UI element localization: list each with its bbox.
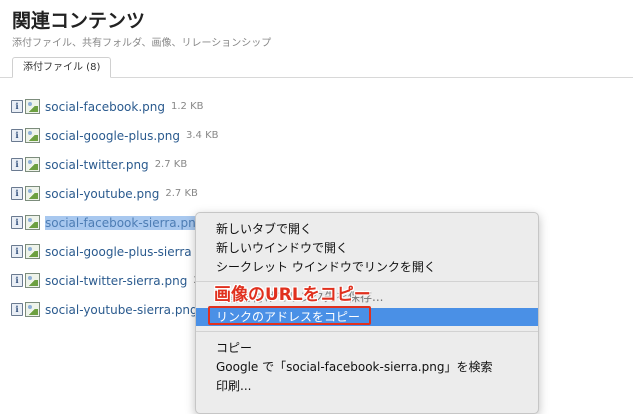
list-item: i social-google-plus-sierra: [11, 237, 218, 266]
list-item: i social-google-plus.png 3.4 KB: [11, 121, 218, 150]
image-file-icon: [25, 128, 40, 143]
image-file-icon: [25, 157, 40, 172]
menu-item-copy[interactable]: コピー: [196, 339, 538, 357]
info-icon[interactable]: i: [11, 129, 23, 142]
image-file-icon: [25, 99, 40, 114]
file-link[interactable]: social-twitter-sierra.png: [45, 274, 187, 288]
list-item: i social-youtube-sierra.png: [11, 295, 218, 324]
image-file-icon: [25, 244, 40, 259]
file-size: 3.4 KB: [185, 130, 219, 141]
menu-item-print[interactable]: 印刷...: [196, 377, 538, 395]
image-file-icon: [25, 215, 40, 230]
file-size: 2.7 KB: [165, 188, 198, 199]
file-link[interactable]: social-twitter.png: [45, 158, 149, 172]
image-file-icon: [25, 273, 40, 288]
list-item: i social-facebook.png 1.2 KB: [11, 92, 218, 121]
info-icon[interactable]: i: [11, 274, 23, 287]
file-link[interactable]: social-google-plus.png: [45, 129, 180, 143]
image-file-icon: [25, 186, 40, 201]
file-size: 2.7 KB: [154, 159, 188, 170]
info-icon[interactable]: i: [11, 187, 23, 200]
list-item: i social-twitter-sierra.png 2: [11, 266, 218, 295]
page-title: 関連コンテンツ: [12, 10, 146, 32]
page-subtitle: 添付ファイル、共有フォルダ、画像、リレーションシップ: [12, 38, 272, 49]
menu-item-open-new-tab[interactable]: 新しいタブで開く: [196, 220, 538, 238]
file-link[interactable]: social-google-plus-sierra: [45, 245, 192, 259]
attachment-list: i social-facebook.png 1.2 KB i social-go…: [11, 92, 218, 324]
info-icon[interactable]: i: [11, 245, 23, 258]
tab-attachments[interactable]: 添付ファイル (8): [12, 57, 112, 78]
menu-item-open-incognito[interactable]: シークレット ウインドウでリンクを開く: [196, 258, 538, 276]
menu-separator: [196, 331, 538, 332]
menu-item-search-google[interactable]: Google で「social-facebook-sierra.png」を検索: [196, 358, 538, 376]
file-link[interactable]: social-facebook.png: [45, 100, 165, 114]
list-item: i social-twitter.png 2.7 KB: [11, 150, 218, 179]
file-link[interactable]: social-youtube-sierra.png: [45, 303, 198, 317]
annotation-label: 画像のURLをコピー: [214, 285, 371, 305]
file-link[interactable]: social-facebook-sierra.png: [45, 215, 204, 230]
info-icon[interactable]: i: [11, 158, 23, 171]
list-item-selected: i social-facebook-sierra.png: [11, 208, 218, 237]
info-icon[interactable]: i: [11, 100, 23, 113]
file-size: 1.2 KB: [171, 101, 204, 112]
menu-item-open-new-window[interactable]: 新しいウインドウで開く: [196, 239, 538, 257]
file-link[interactable]: social-youtube.png: [45, 187, 159, 201]
info-icon[interactable]: i: [11, 216, 23, 229]
image-file-icon: [25, 302, 40, 317]
annotation-highlight-box: [208, 306, 371, 325]
info-icon[interactable]: i: [11, 303, 23, 316]
list-item: i social-youtube.png 2.7 KB: [11, 179, 218, 208]
